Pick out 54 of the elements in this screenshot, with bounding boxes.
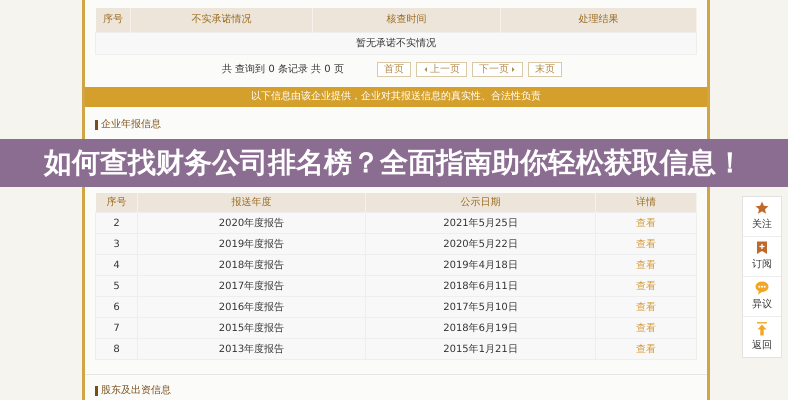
table-cell: 8 [113, 344, 120, 354]
table-cell: 3 [113, 238, 120, 250]
column-header: 处理结果 [500, 8, 696, 32]
column-header: 公示日期 [366, 192, 596, 212]
page-button[interactable]: 下一页 [472, 62, 523, 77]
table-cell: 2019年度报告 [218, 238, 284, 250]
table-cell: 2015年1月21日 [443, 344, 518, 354]
column-header: 序号 [96, 192, 138, 212]
view-link[interactable]: 查看 [636, 344, 656, 354]
chevron-left-icon [423, 66, 428, 73]
table-cell: 2021年5月25日 [443, 218, 518, 228]
page-button[interactable]: 末页 [528, 62, 562, 77]
arrow-up-icon [755, 322, 769, 336]
table-cell: 2016年度报告 [218, 302, 284, 312]
star-icon [755, 201, 769, 215]
column-header: 核查时间 [312, 8, 500, 32]
table-cell: 2 [113, 218, 120, 228]
page-button[interactable]: 上一页 [416, 62, 467, 77]
table-cell: 6 [113, 302, 120, 312]
notice-bar: 以下信息由该企业提供，企业对其报送信息的真实性、合法性负责 [85, 86, 707, 106]
column-header: 报送年度 [138, 192, 366, 212]
table-cell: 2013年度报告 [218, 344, 284, 354]
table-cell: 2018年6月11日 [443, 280, 518, 292]
view-link[interactable]: 查看 [636, 260, 656, 270]
view-link[interactable]: 查看 [636, 302, 656, 312]
section-marker [95, 120, 98, 130]
table-cell: 2017年度报告 [218, 280, 284, 292]
column-header: 不实承诺情况 [130, 8, 312, 32]
empty-message: 暂无承诺不实情况 [96, 32, 696, 54]
view-link[interactable]: 查看 [636, 238, 656, 250]
section-title: 企业年报信息 [101, 118, 161, 130]
table-cell: 7 [113, 322, 120, 334]
section-title: 股东及出资信息 [101, 385, 171, 397]
overlay-title: 如何查找财务公司排名榜？全面指南助你轻松获取信息！ [0, 138, 788, 186]
column-header: 序号 [96, 8, 130, 32]
table-cell: 2019年4月18日 [443, 260, 518, 270]
speech-bubble-icon [755, 281, 769, 295]
table-cell: 5 [113, 280, 120, 292]
view-link[interactable]: 查看 [636, 322, 656, 334]
column-header: 详情 [596, 192, 696, 212]
table-cell: 2018年6月19日 [443, 322, 518, 334]
table-cell: 2017年5月10日 [443, 302, 518, 312]
table-cell: 4 [113, 260, 120, 270]
table-cell: 2015年度报告 [218, 322, 284, 334]
page-button[interactable]: 首页 [377, 62, 411, 77]
table-cell: 2020年度报告 [218, 218, 284, 228]
section-marker [95, 386, 98, 396]
chevron-right-icon [511, 66, 516, 73]
bookmark-icon [755, 241, 769, 255]
view-link[interactable]: 查看 [636, 218, 656, 228]
record-summary: 共 查询到 0 条记录 共 0 页 [222, 62, 344, 77]
view-link[interactable]: 查看 [636, 280, 656, 292]
table-cell: 2020年5月22日 [443, 238, 518, 250]
table-cell: 2018年度报告 [218, 260, 284, 270]
